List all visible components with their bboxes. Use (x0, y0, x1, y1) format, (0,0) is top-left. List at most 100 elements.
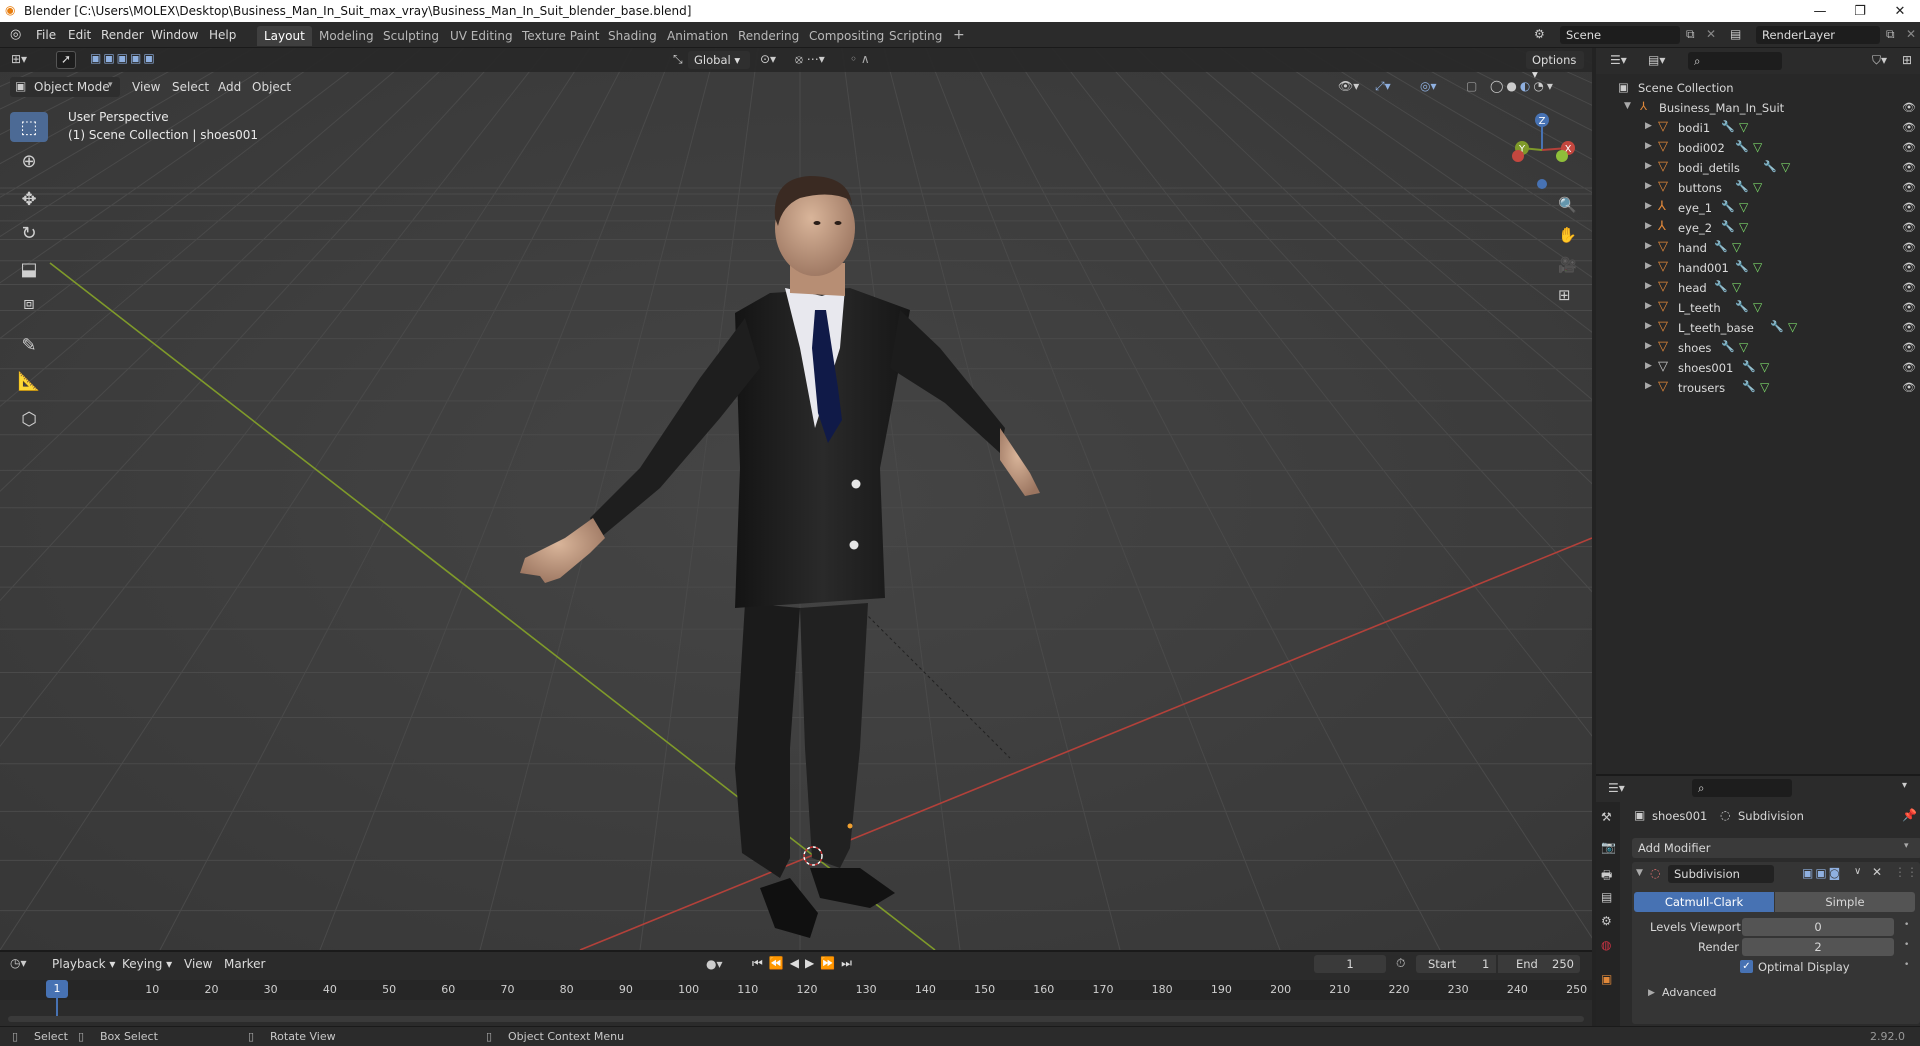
tab-animation[interactable]: Animation (660, 26, 735, 46)
properties-search-input[interactable]: ⌕ (1692, 779, 1792, 797)
menu-window[interactable]: Window (151, 28, 198, 42)
tab-shading[interactable]: Shading (601, 26, 664, 46)
eye-right[interactable] (834, 221, 842, 225)
outliner-item[interactable]: ▶ ▽ buttons 🔧 ▽ 👁 (1596, 178, 1920, 198)
modifier-wrench-icon[interactable]: 🔧 (1721, 120, 1735, 133)
modifier-display-toggles[interactable]: ▣▣◙ (1802, 866, 1842, 880)
outliner-item[interactable]: ▶ ▽ head 🔧 ▽ 👁 (1596, 278, 1920, 298)
menu-help[interactable]: Help (209, 28, 236, 42)
rotate-tool[interactable]: ↻ (10, 218, 48, 248)
select-box-tool[interactable]: ⬚ (10, 112, 48, 142)
expand-arrow-icon[interactable]: ▶ (1645, 321, 1652, 331)
selection-mode-icons[interactable]: ▣▣▣▣▣ (90, 51, 157, 65)
modifier-dropdown-icon[interactable]: ∨ (1854, 866, 1861, 877)
editor-type-icon[interactable]: ⊞▾ (11, 52, 27, 66)
visibility-icon[interactable]: 👁▾ (1338, 79, 1359, 93)
tab-scripting[interactable]: Scripting (882, 26, 949, 46)
display-mode-icon[interactable]: ▤▾ (1648, 53, 1665, 67)
transform-tool[interactable]: ⧈ (10, 288, 48, 318)
visibility-eye-icon[interactable]: 👁 (1902, 221, 1916, 234)
visibility-eye-icon[interactable]: 👁 (1902, 181, 1916, 194)
new-collection-icon[interactable]: ⊞ (1902, 53, 1912, 67)
mesh-data-icon[interactable]: ▽ (1760, 360, 1769, 374)
viewport-menu-view[interactable]: View (132, 80, 160, 94)
mesh-data-icon[interactable]: ▽ (1739, 200, 1748, 214)
timeline-menu-playback[interactable]: Playback ▾ (52, 957, 115, 971)
simple-button[interactable]: Simple (1775, 892, 1915, 912)
viewport-menu-select[interactable]: Select (172, 80, 209, 94)
outliner-item[interactable]: ▶ ▽ L_teeth_base 🔧 ▽ 👁 (1596, 318, 1920, 338)
object-tab-icon[interactable]: ▣ (1601, 972, 1612, 986)
tab-sculpting[interactable]: Sculpting (376, 26, 446, 46)
expand-arrow-icon[interactable]: ▶ (1645, 221, 1652, 231)
modifier-wrench-icon[interactable]: 🔧 (1742, 380, 1756, 393)
timeline-editor-type-icon[interactable]: ◷▾ (10, 956, 27, 970)
outliner-item[interactable]: ▶ ▽ hand001 🔧 ▽ 👁 (1596, 258, 1920, 278)
visibility-eye-icon[interactable]: 👁 (1902, 141, 1916, 154)
tab-rendering[interactable]: Rendering (731, 26, 806, 46)
ortho-toggle-icon[interactable]: ⊞ (1558, 286, 1571, 304)
expand-arrow-icon[interactable]: ▶ (1645, 201, 1652, 211)
preview-range-icon[interactable]: ⏱ (1396, 956, 1405, 971)
delete-scene-icon[interactable]: ✕ (1706, 27, 1716, 41)
outliner-item[interactable]: ▶ ▽ shoes 🔧 ▽ 👁 (1596, 338, 1920, 358)
playback-controls[interactable]: ⏮⏪◀▶⏩⏭ (752, 956, 858, 971)
snap-icon[interactable]: ⦻ ⋯▾ (795, 52, 825, 67)
visibility-eye-icon[interactable]: 👁 (1902, 321, 1916, 334)
xray-icon[interactable]: ▢ (1466, 79, 1477, 93)
navigation-gizmo[interactable]: Z X Y (1500, 108, 1580, 238)
outliner-item[interactable]: ▶ ⅄ eye_1 🔧 ▽ 👁 (1596, 198, 1920, 218)
outliner-search-input[interactable]: ⌕ (1688, 52, 1782, 70)
outliner-editor-type-icon[interactable]: ☰▾ (1610, 53, 1627, 67)
expand-arrow-icon[interactable]: ▶ (1645, 361, 1652, 371)
render-tab-icon[interactable]: 📷 (1601, 840, 1616, 854)
outliner-item[interactable]: ▶ ▽ shoes001 🔧 ▽ 👁 (1596, 358, 1920, 378)
expand-arrow-icon[interactable]: ▶ (1645, 341, 1652, 351)
outliner-item[interactable]: ▶ ▽ bodi002 🔧 ▽ 👁 (1596, 138, 1920, 158)
render-layer-selector[interactable]: RenderLayer (1756, 26, 1880, 44)
expand-arrow-icon[interactable]: ▶ (1645, 161, 1652, 171)
modifier-wrench-icon[interactable]: 🔧 (1714, 280, 1728, 293)
mesh-data-icon[interactable]: ▽ (1753, 140, 1762, 154)
timeline-menu-keying[interactable]: Keying ▾ (122, 957, 172, 971)
eye-left[interactable] (813, 221, 821, 225)
jacket-button-bottom[interactable] (849, 540, 859, 550)
timeline-menu-view[interactable]: View (184, 957, 212, 971)
scale-tool[interactable]: ⬓ (10, 254, 48, 284)
properties-options-icon[interactable]: ▾ (1902, 780, 1907, 791)
mesh-data-icon[interactable]: ▽ (1760, 380, 1769, 394)
expand-arrow-icon[interactable]: ▶ (1648, 988, 1655, 998)
pivot-point-icon[interactable]: ⊙▾ (760, 52, 776, 66)
restore-icon[interactable]: ❐ (1840, 0, 1880, 22)
select-tool-icon[interactable]: ➚ (56, 51, 76, 69)
visibility-eye-icon[interactable]: 👁 (1902, 381, 1916, 394)
visibility-eye-icon[interactable]: 👁 (1902, 201, 1916, 214)
keyframe-dot-icon[interactable]: • (1904, 960, 1909, 970)
outliner-item[interactable]: ▶ ▽ L_teeth 🔧 ▽ 👁 (1596, 298, 1920, 318)
levels-viewport-field[interactable]: 0 (1742, 918, 1894, 936)
mesh-data-icon[interactable]: ▽ (1753, 260, 1762, 274)
properties-editor-type-icon[interactable]: ☰▾ (1608, 781, 1625, 795)
new-layer-icon[interactable]: ⧉ (1886, 27, 1895, 42)
modifier-wrench-icon[interactable]: 🔧 (1770, 320, 1784, 333)
visibility-eye-icon[interactable]: 👁 (1902, 281, 1916, 294)
mesh-data-icon[interactable]: ▽ (1781, 160, 1790, 174)
scene-selector[interactable]: Scene (1560, 26, 1680, 44)
expand-arrow-icon[interactable]: ▶ (1645, 381, 1652, 391)
modifier-wrench-icon[interactable]: 🔧 (1735, 140, 1749, 153)
modifier-wrench-icon[interactable]: 🔧 (1721, 200, 1735, 213)
output-tab-icon[interactable]: 🖶 (1601, 866, 1612, 887)
expand-arrow-icon[interactable]: ▼ (1624, 101, 1631, 111)
keyframe-dot-icon[interactable]: • (1904, 940, 1909, 950)
optimal-display-checkbox[interactable]: ✓ (1740, 960, 1753, 973)
visibility-eye-icon[interactable]: 👁 (1902, 301, 1916, 314)
tab-modeling[interactable]: Modeling (312, 26, 381, 46)
expand-arrow-icon[interactable]: ▶ (1645, 261, 1652, 271)
start-frame-field[interactable]: Start 1 (1416, 955, 1496, 973)
render-levels-field[interactable]: 2 (1742, 938, 1894, 956)
modifier-wrench-icon[interactable]: 🔧 (1714, 240, 1728, 253)
modifier-wrench-icon[interactable]: 🔧 (1742, 360, 1756, 373)
expand-arrow-icon[interactable]: ▶ (1645, 121, 1652, 131)
expand-arrow-icon[interactable]: ▶ (1645, 241, 1652, 251)
viewport-menu-object[interactable]: Object (252, 80, 291, 94)
